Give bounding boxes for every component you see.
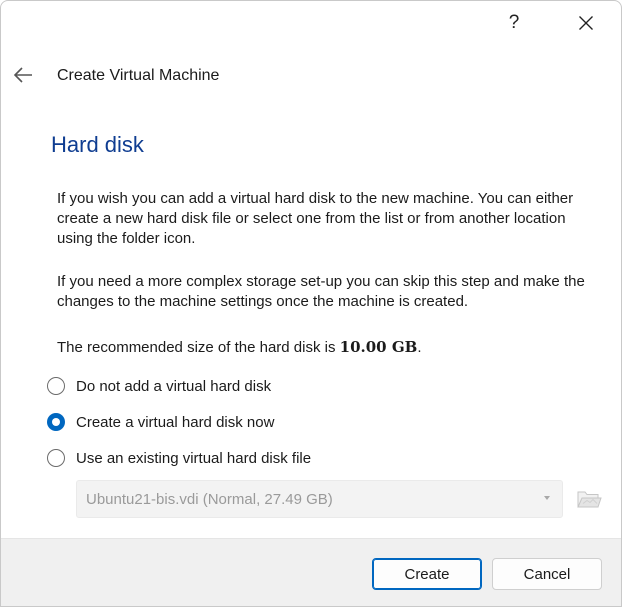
radio-button[interactable]: [47, 449, 65, 467]
folder-open-icon: [577, 491, 602, 508]
close-button[interactable]: [563, 5, 609, 41]
recommended-size-text: The recommended size of the hard disk is…: [57, 337, 605, 358]
recommended-size-suffix: .: [417, 339, 422, 356]
page-title: Hard disk: [51, 132, 144, 157]
button-bar: Create Cancel: [1, 538, 621, 606]
chevron-down-icon: [544, 496, 550, 500]
arrow-left-icon: [13, 67, 32, 83]
existing-disk-select[interactable]: Ubuntu21-bis.vdi (Normal, 27.49 GB): [76, 480, 563, 518]
close-icon: [579, 16, 593, 30]
recommended-size-value: 10.00 GB: [339, 338, 418, 356]
storage-note-paragraph: If you need a more complex storage set-u…: [57, 273, 585, 310]
radio-dot: [52, 418, 60, 426]
title-bar: ?: [1, 1, 621, 45]
cancel-button[interactable]: Cancel: [492, 558, 602, 590]
radio-button[interactable]: [47, 377, 65, 395]
help-icon: ?: [508, 12, 520, 33]
help-button[interactable]: ?: [491, 5, 537, 41]
recommended-size-prefix: The recommended size of the hard disk is: [57, 339, 340, 356]
radio-label: Create a virtual hard disk now: [76, 413, 275, 431]
wizard-header: Create Virtual Machine: [1, 57, 621, 97]
radio-existing-hard-disk[interactable]: Use an existing virtual hard disk file: [47, 446, 311, 470]
wizard-title: Create Virtual Machine: [57, 67, 220, 84]
description-paragraph: If you wish you can add a virtual hard d…: [57, 190, 574, 247]
choose-disk-folder-button[interactable]: [575, 485, 603, 513]
radio-no-hard-disk[interactable]: Do not add a virtual hard disk: [47, 374, 271, 398]
radio-create-hard-disk[interactable]: Create a virtual hard disk now: [47, 410, 274, 434]
radio-label: Use an existing virtual hard disk file: [76, 449, 312, 467]
create-button[interactable]: Create: [372, 558, 482, 590]
existing-disk-select-value: Ubuntu21-bis.vdi (Normal, 27.49 GB): [86, 490, 333, 508]
back-button[interactable]: [9, 61, 37, 89]
dialog-window: ? Create Virtual Machine Hard disk If yo…: [0, 0, 622, 607]
radio-label: Do not add a virtual hard disk: [76, 377, 272, 395]
radio-button-checked[interactable]: [47, 413, 65, 431]
